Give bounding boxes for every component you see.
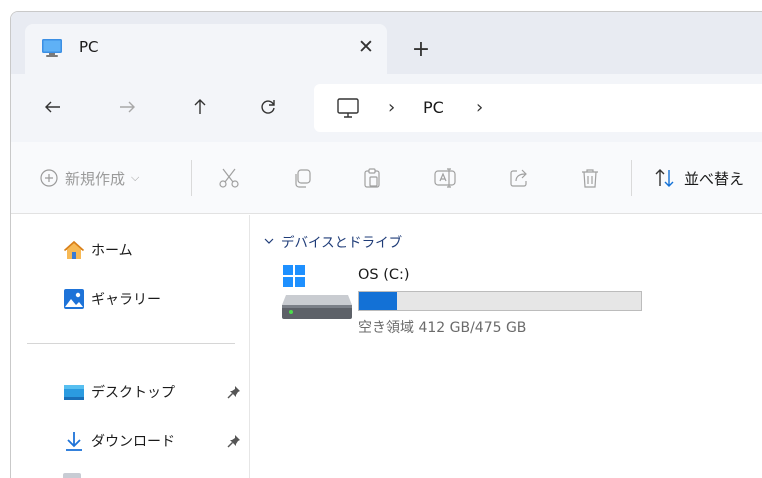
gallery-icon	[64, 289, 84, 309]
toolbar-divider	[631, 160, 632, 196]
toolbar-divider	[191, 160, 192, 196]
file-explorer-window: PC ✕ + › PC › 新規作成 ⌵ 並べ替え ホーム ギャラリー デスクト…	[10, 11, 762, 478]
sort-label: 並べ替え	[684, 169, 745, 188]
home-icon	[63, 240, 85, 259]
sidebar-item-home[interactable]: ホーム	[63, 237, 133, 263]
sidebar-item-downloads[interactable]: ダウンロード	[63, 428, 175, 454]
breadcrumb-separator-end[interactable]: ›	[476, 97, 483, 118]
arrow-right-icon	[120, 101, 135, 113]
tab-pc[interactable]: PC ✕	[25, 24, 387, 74]
refresh-icon	[261, 100, 275, 114]
cut-icon	[219, 168, 239, 188]
content-area: デバイスとドライブ OS (C:) 空き領域 412 GB/475 GB	[250, 215, 762, 478]
drive-name: OS (C:)	[358, 267, 410, 283]
download-icon	[66, 432, 82, 451]
sort-icon	[655, 169, 674, 187]
close-tab-icon[interactable]: ✕	[353, 34, 379, 60]
sort-button[interactable]: 並べ替え	[654, 164, 744, 192]
up-button[interactable]	[185, 92, 215, 122]
share-icon	[510, 169, 527, 187]
address-bar[interactable]: › PC ›	[314, 84, 762, 132]
drive-free-space: 空き領域 412 GB/475 GB	[358, 320, 527, 336]
share-button[interactable]	[508, 164, 530, 192]
navigation-bar: › PC ›	[11, 74, 762, 142]
group-title: デバイスとドライブ	[281, 235, 403, 251]
sidebar-item-label: ホーム	[91, 243, 133, 259]
paste-button[interactable]	[361, 164, 383, 192]
navigation-pane: ホーム ギャラリー デスクトップ ダウンロード	[11, 215, 249, 478]
refresh-button[interactable]	[253, 92, 283, 122]
breadcrumb-location[interactable]: PC	[423, 98, 444, 117]
tab-title: PC	[79, 38, 99, 56]
sidebar-item-partial	[63, 473, 81, 478]
rename-icon	[434, 168, 456, 188]
delete-button[interactable]	[579, 164, 601, 192]
drive-usage-fill	[359, 292, 397, 310]
copy-button[interactable]	[291, 164, 313, 192]
new-button[interactable]: 新規作成 ⌵	[39, 164, 139, 192]
sidebar-item-gallery[interactable]: ギャラリー	[63, 286, 161, 312]
pc-icon	[337, 98, 359, 118]
copy-icon	[295, 169, 311, 188]
desktop-folder-icon	[64, 385, 84, 400]
monitor-icon	[42, 39, 62, 57]
sidebar-item-desktop[interactable]: デスクトップ	[63, 379, 175, 405]
drive-icon	[282, 265, 352, 319]
command-bar: 新規作成 ⌵ 並べ替え	[11, 142, 762, 214]
group-header-devices[interactable]: デバイスとドライブ	[263, 231, 402, 251]
breadcrumb-separator[interactable]: ›	[388, 97, 395, 118]
pin-icon[interactable]	[227, 385, 241, 399]
sidebar-item-label: ギャラリー	[91, 292, 161, 308]
screen: PC ✕ + › PC › 新規作成 ⌵ 並べ替え ホーム ギャラリー デスクト…	[0, 0, 762, 478]
chevron-down-icon: ⌵	[131, 171, 140, 184]
rename-button[interactable]	[433, 164, 457, 192]
plus-circle-icon	[40, 169, 58, 187]
chevron-down-icon	[264, 238, 274, 244]
tab-strip: PC ✕ +	[11, 12, 762, 74]
new-button-label: 新規作成	[65, 169, 126, 188]
drive-item[interactable]: OS (C:) 空き領域 412 GB/475 GB	[282, 263, 662, 339]
arrow-up-icon	[194, 99, 206, 114]
sidebar-item-label: デスクトップ	[91, 385, 175, 401]
arrow-left-icon	[45, 101, 60, 113]
paste-icon	[364, 168, 380, 188]
pin-icon[interactable]	[227, 434, 241, 448]
cut-button[interactable]	[218, 164, 240, 192]
back-button[interactable]	[38, 92, 68, 122]
new-tab-button[interactable]: +	[408, 36, 434, 62]
sidebar-divider	[27, 343, 235, 344]
delete-icon	[582, 169, 598, 188]
forward-button[interactable]	[112, 92, 142, 122]
drive-usage-bar	[358, 291, 642, 311]
sidebar-item-label: ダウンロード	[91, 434, 175, 450]
